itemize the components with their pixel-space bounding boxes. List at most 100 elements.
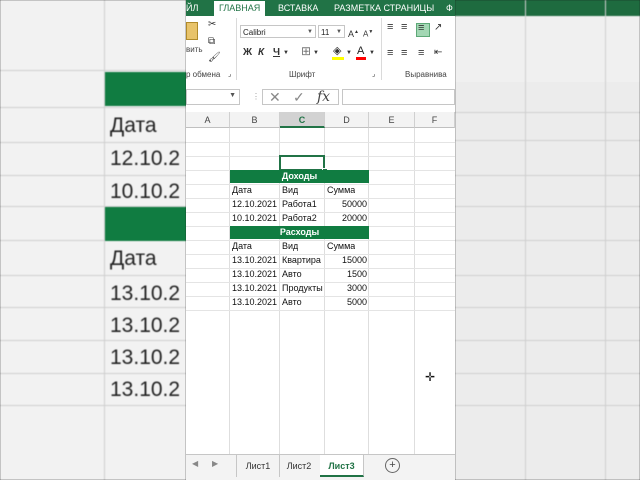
align-top-icon[interactable]: ≡	[387, 21, 393, 33]
table-cell: 50000	[341, 199, 367, 209]
cancel-icon[interactable]: ✕	[269, 90, 281, 104]
dialog-launcher-icon[interactable]: ⌟	[372, 69, 375, 81]
bg-date: 13.10.2	[110, 378, 181, 401]
bg-expense-band	[105, 207, 186, 241]
tab-page-layout[interactable]: РАЗМЕТКА СТРАНИЦЫ	[334, 1, 434, 16]
table-cell: Продукты	[282, 283, 323, 293]
font-group-label: Шрифт	[289, 70, 316, 79]
column-header-c[interactable]: C	[280, 112, 325, 128]
expenses-header-sum: Сумма	[327, 241, 356, 251]
align-group-label: Выравнива	[405, 70, 447, 79]
align-center-icon[interactable]: ≡	[401, 47, 407, 59]
table-cell: 3000	[346, 283, 367, 293]
add-sheet-icon[interactable]: +	[385, 458, 400, 473]
table-cell: Работа2	[282, 213, 317, 223]
resize-handle-icon[interactable]: ⋮	[252, 92, 260, 101]
italic-button[interactable]: К	[258, 47, 264, 59]
income-header-date: Дата	[232, 185, 252, 195]
table-cell: 15000	[341, 255, 367, 265]
paste-icon[interactable]	[186, 22, 198, 40]
scroll-right-icon[interactable]: ▶	[212, 459, 218, 468]
table-cell: 13.10.2021	[232, 297, 278, 307]
bg-header-date: Дата	[110, 247, 157, 270]
align-middle-icon[interactable]: ≡	[401, 21, 407, 33]
formula-bar: ▼ ⋮ ✕ ✓ fx	[186, 82, 455, 112]
align-left-icon[interactable]: ≡	[387, 47, 393, 59]
bg-date: 13.10.2	[110, 346, 181, 369]
bg-header-date: Дата	[110, 114, 157, 137]
table-cell: 20000	[341, 213, 367, 223]
column-header-d[interactable]: D	[325, 112, 369, 128]
expenses-header-date: Дата	[232, 241, 252, 251]
cut-icon[interactable]: ✂	[208, 19, 216, 31]
align-bottom-icon: ≡	[418, 22, 425, 34]
chevron-down-icon[interactable]: ▼	[369, 47, 375, 59]
excel-window: ЙЛ ГЛАВНАЯ ВСТАВКА РАЗМЕТКА СТРАНИЦЫ Ф в…	[186, 0, 455, 480]
bold-button[interactable]: Ж	[243, 47, 252, 59]
income-title: Доходы	[230, 170, 369, 183]
bg-income-band	[105, 72, 186, 106]
align-right-icon[interactable]: ≡	[418, 47, 424, 59]
tab-home[interactable]: ГЛАВНАЯ	[214, 1, 266, 16]
font-size-value: 11	[321, 28, 330, 37]
font-name-select[interactable]: Calibri ▼	[240, 25, 316, 38]
income-header-sum: Сумма	[327, 185, 356, 195]
bg-date: 13.10.2	[110, 314, 181, 337]
clipboard-group-label: р обмена	[186, 70, 221, 79]
scroll-left-icon[interactable]: ◀	[192, 459, 198, 468]
borders-icon[interactable]: ⊞	[301, 45, 311, 57]
fill-color-swatch	[332, 57, 344, 60]
tab-formulas[interactable]: Ф	[446, 1, 453, 16]
column-header-e[interactable]: E	[369, 112, 415, 128]
dialog-launcher-icon[interactable]: ⌟	[228, 69, 231, 81]
copy-icon[interactable]: ⧉	[208, 36, 215, 48]
font-name-value: Calibri	[243, 28, 266, 37]
decrease-indent-icon[interactable]: ⇤	[434, 47, 442, 59]
insert-function-icon[interactable]: fx	[317, 90, 330, 104]
column-header-b[interactable]: B	[230, 112, 280, 128]
expenses-title: Расходы	[230, 226, 369, 239]
chevron-down-icon: ▼	[307, 29, 313, 35]
cursor-icon: ✛	[425, 370, 436, 384]
fill-color-icon[interactable]: ◈	[333, 45, 341, 57]
table-cell: 12.10.2021	[232, 199, 278, 209]
font-color-icon[interactable]: A	[357, 45, 364, 57]
table-cell: Авто	[282, 269, 302, 279]
table-cell: 1500	[346, 269, 367, 279]
expenses-header-type: Вид	[282, 241, 299, 251]
underline-button[interactable]: Ч	[273, 47, 280, 59]
background-zoom-left: Дата 12.10.2 10.10.2 Дата 13.10.2 13.10.…	[0, 0, 186, 480]
tab-file[interactable]: ЙЛ	[186, 1, 198, 16]
bg-date: 10.10.2	[110, 180, 181, 203]
bg-date: 13.10.2	[110, 282, 181, 305]
formula-input[interactable]	[342, 89, 455, 105]
increase-font-icon[interactable]: A▲	[348, 26, 359, 40]
enter-icon[interactable]: ✓	[293, 90, 305, 104]
sheet-tab-2[interactable]: Лист2	[278, 455, 321, 477]
table-cell: 5000	[346, 297, 367, 307]
chevron-down-icon[interactable]: ▼	[313, 47, 319, 59]
sheet-tab-1[interactable]: Лист1	[236, 455, 280, 477]
income-header-type: Вид	[282, 185, 299, 195]
decrease-font-icon[interactable]: A▼	[363, 26, 373, 41]
table-cell: 13.10.2021	[232, 255, 278, 265]
sheet-tab-bar: ◀ ▶ Лист1 Лист2 Лист3 +	[186, 454, 455, 480]
orientation-icon[interactable]: ↗	[434, 22, 442, 34]
format-painter-icon[interactable]: 🖌	[208, 52, 221, 64]
worksheet-grid[interactable]: A B C D E F Доходы Дата Вид Сумма 12.10.…	[186, 112, 455, 454]
paste-label[interactable]: вить	[186, 45, 203, 54]
active-cell[interactable]	[279, 155, 325, 171]
table-cell: 13.10.2021	[232, 283, 278, 293]
name-box[interactable]: ▼	[186, 89, 240, 105]
column-header-f[interactable]: F	[415, 112, 455, 128]
table-cell: Авто	[282, 297, 302, 307]
column-header-a[interactable]: A	[186, 112, 230, 128]
chevron-down-icon: ▼	[229, 92, 236, 99]
table-cell: Квартира	[282, 255, 321, 265]
ribbon-tab-bar: ЙЛ ГЛАВНАЯ ВСТАВКА РАЗМЕТКА СТРАНИЦЫ Ф	[186, 0, 455, 16]
tab-insert[interactable]: ВСТАВКА	[278, 1, 318, 16]
chevron-down-icon[interactable]: ▼	[346, 47, 352, 59]
chevron-down-icon[interactable]: ▼	[283, 47, 289, 59]
font-size-select[interactable]: 11 ▼	[318, 25, 345, 38]
sheet-tab-3[interactable]: Лист3	[320, 455, 364, 477]
